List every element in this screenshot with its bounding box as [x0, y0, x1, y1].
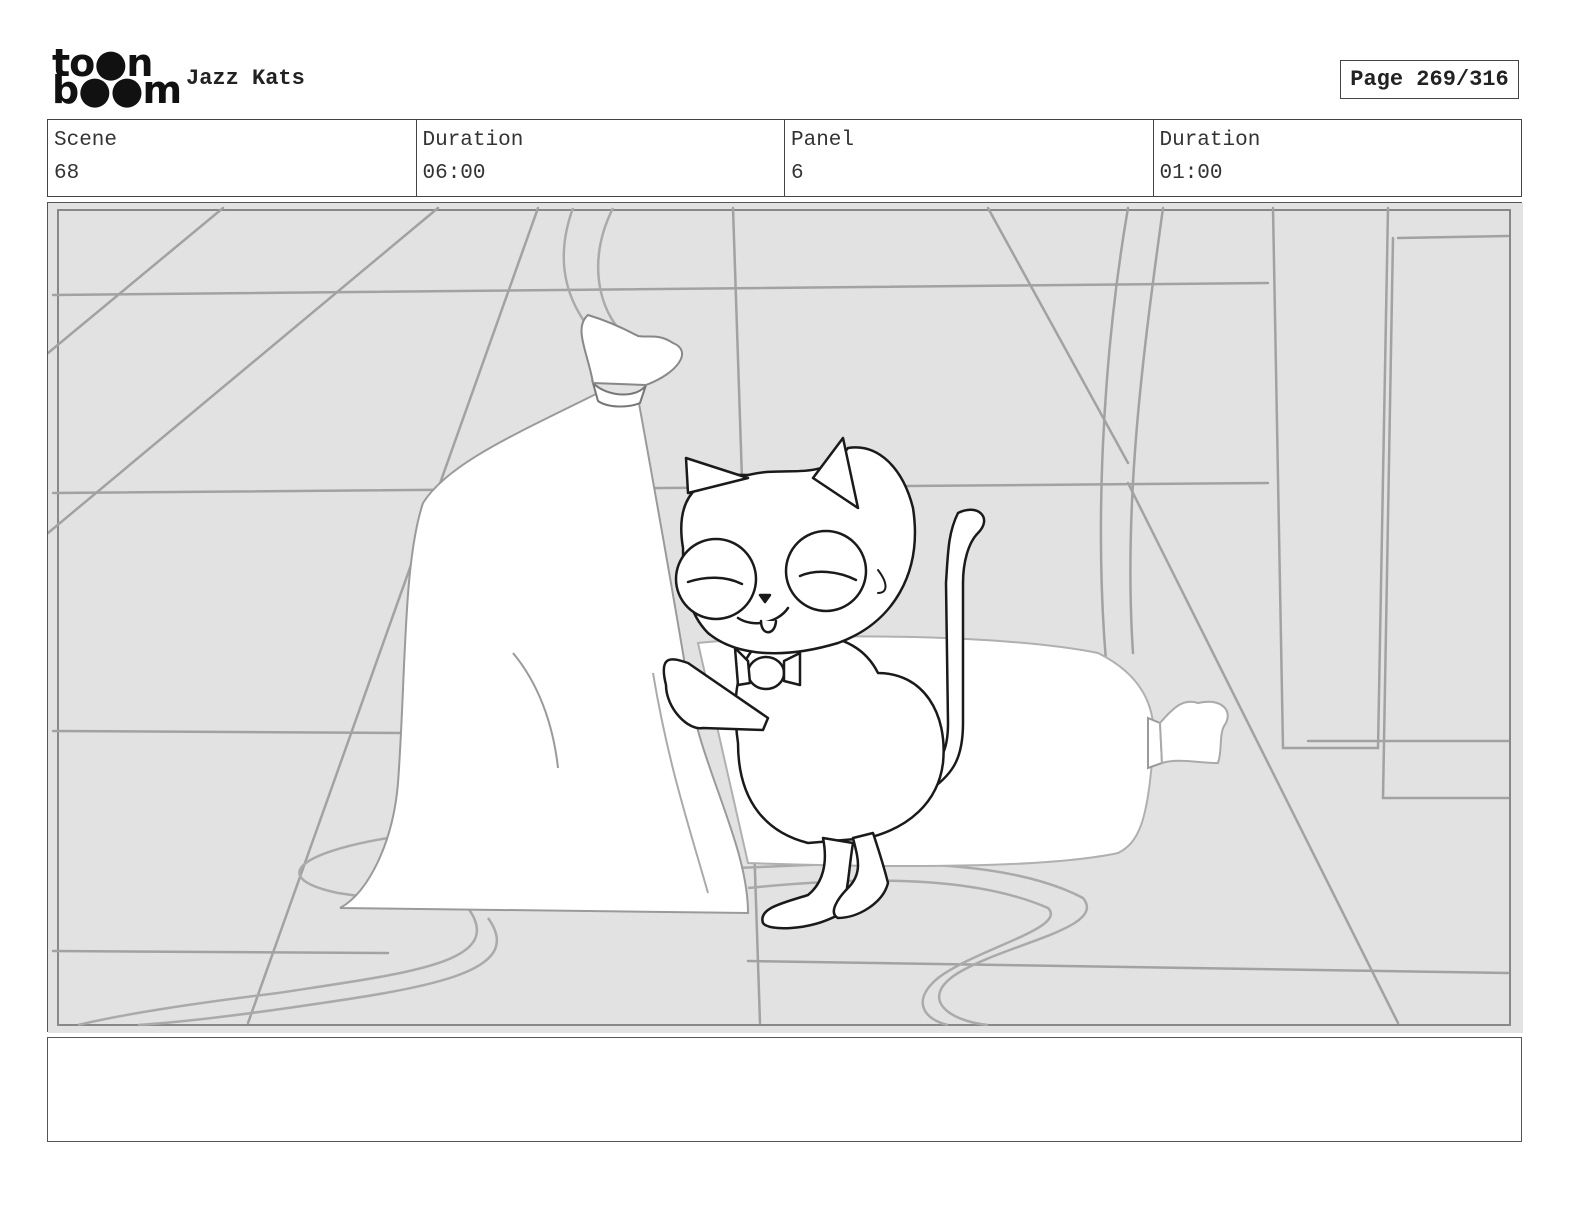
notes-box — [47, 1037, 1522, 1142]
toon-boom-logo: to●n b●●m — [52, 44, 182, 112]
scene-duration-label: Duration — [422, 129, 524, 152]
info-table: Scene 68 Duration 06:00 Panel 6 Duration… — [47, 119, 1522, 197]
page-number: Page 269/316 — [1350, 67, 1509, 92]
panel-label: Panel — [791, 129, 855, 152]
scene-duration-value: 06:00 — [422, 162, 486, 185]
panel-cell: Panel 6 — [785, 120, 1154, 196]
panel-value: 6 — [791, 162, 804, 185]
panel-duration-label: Duration — [1159, 129, 1261, 152]
scene-value: 68 — [54, 162, 80, 185]
scene-duration-cell: Duration 06:00 — [417, 120, 785, 196]
page-number-box: Page 269/316 — [1340, 60, 1519, 99]
storyboard-panel — [47, 202, 1523, 1033]
project-title: Jazz Kats — [186, 66, 305, 91]
scene-cell: Scene 68 — [48, 120, 417, 196]
panel-sketch — [48, 203, 1523, 1033]
panel-duration-cell: Duration 01:00 — [1154, 120, 1522, 196]
panel-duration-value: 01:00 — [1159, 162, 1223, 185]
logo-line-2: b●●m — [52, 68, 182, 112]
scene-label: Scene — [54, 129, 118, 152]
